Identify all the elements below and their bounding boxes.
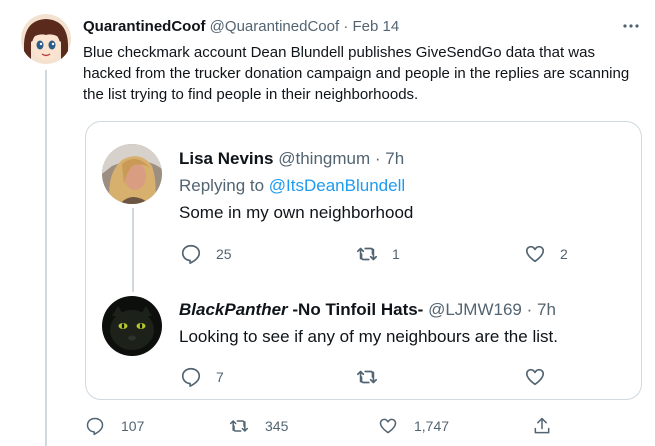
avatar[interactable]: [102, 296, 162, 356]
reply-text: Looking to see if any of my neighbours a…: [179, 327, 558, 346]
reply-icon: [181, 244, 201, 264]
reply-button[interactable]: 25: [180, 243, 232, 265]
handle[interactable]: @LJMW169: [428, 300, 522, 319]
like-icon: [525, 368, 545, 386]
retweet-icon: [357, 370, 377, 384]
like-icon: [379, 418, 397, 434]
replying-to-link[interactable]: @ItsDeanBlundell: [269, 176, 405, 195]
separator: ·: [374, 149, 381, 168]
tweet[interactable]: QuarantinedCoof @QuarantinedCoof · Feb 1…: [0, 0, 655, 446]
reply-count: 25: [216, 246, 232, 262]
like-count: 2: [560, 246, 568, 262]
avatar[interactable]: [21, 14, 71, 64]
separator: ·: [343, 18, 349, 35]
reply-header: BlackPanther -No Tinfoil Hats- @LJMW169 …: [179, 299, 556, 321]
like-button[interactable]: 1,747: [378, 416, 449, 436]
share-icon: [534, 417, 550, 434]
separator: ·: [526, 300, 533, 319]
reply-icon: [86, 417, 104, 436]
retweet-button[interactable]: 1: [356, 243, 400, 265]
display-name[interactable]: QuarantinedCoof: [83, 18, 206, 35]
handle[interactable]: @thingmum: [278, 149, 370, 168]
reply-header: Lisa Nevins @thingmum · 7h: [179, 148, 404, 170]
like-count: 1,747: [414, 418, 450, 434]
reply-time[interactable]: 7h: [385, 149, 404, 168]
handle[interactable]: @QuarantinedCoof: [210, 18, 339, 35]
retweet-count: 345: [265, 418, 289, 434]
more-icon[interactable]: [620, 19, 642, 33]
like-icon: [525, 245, 545, 263]
like-button[interactable]: [524, 366, 546, 388]
retweet-count: 1: [392, 246, 400, 262]
replying-to-line: Replying to @ItsDeanBlundell: [179, 175, 405, 197]
display-name-styled[interactable]: BlackPanther: [179, 300, 288, 319]
retweet-button[interactable]: [356, 366, 378, 388]
retweet-button[interactable]: 345: [229, 416, 288, 436]
reply-count: 107: [121, 418, 145, 434]
tweet-date[interactable]: Feb 14: [353, 18, 400, 35]
retweet-icon: [229, 420, 249, 432]
avatar[interactable]: [102, 144, 162, 204]
retweet-icon: [357, 247, 377, 261]
share-button[interactable]: [532, 416, 552, 436]
reply-time[interactable]: 7h: [537, 300, 556, 319]
display-name[interactable]: Lisa Nevins: [179, 149, 274, 168]
reply-icon: [181, 367, 201, 387]
thread-line: [132, 208, 134, 292]
like-button[interactable]: 2: [524, 243, 568, 265]
reply-text: Some in my own neighborhood: [179, 203, 414, 222]
reply-button[interactable]: 107: [85, 416, 144, 436]
display-name-rest[interactable]: -No Tinfoil Hats-: [288, 300, 423, 319]
thread-line: [45, 70, 47, 446]
tweet-text: Blue checkmark account Dean Blundell pub…: [83, 44, 630, 103]
quoted-thread-card[interactable]: Lisa Nevins @thingmum · 7h Replying to @…: [85, 121, 642, 400]
reply-button[interactable]: 7: [180, 366, 224, 388]
tweet-header: QuarantinedCoof @QuarantinedCoof · Feb 1…: [83, 17, 399, 37]
reply-count: 7: [216, 369, 224, 385]
replying-to-label: Replying to: [179, 176, 265, 195]
